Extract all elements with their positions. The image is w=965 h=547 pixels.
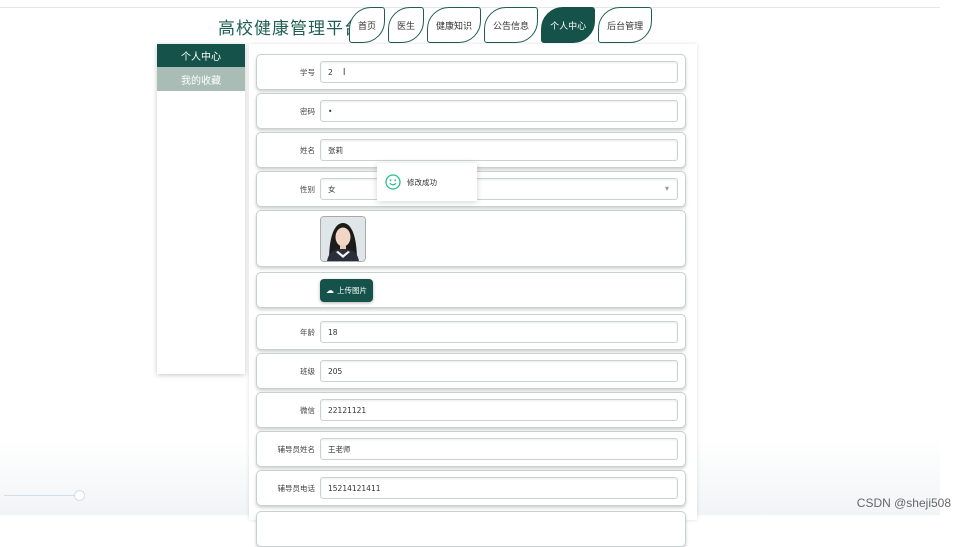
nav-tab-announcements[interactable]: 公告信息 xyxy=(484,7,539,43)
class-input[interactable]: 205 xyxy=(320,360,678,382)
cloud-upload-icon: ☁ xyxy=(326,286,334,295)
form-row-password: 密码 • xyxy=(256,93,686,129)
student-id-value: 2 xyxy=(328,67,333,77)
counselor-name-label: 辅导员姓名 xyxy=(277,444,316,454)
profile-form: 学号 2 I 密码 • 姓名 张莉 性别 女 ▾ ☁ 上传图片 年龄 18 班级… xyxy=(249,44,697,547)
age-label: 年龄 xyxy=(300,327,315,337)
text-cursor-icon: I xyxy=(342,66,346,78)
form-row-wechat: 微信 22121121 xyxy=(256,392,686,428)
upload-image-button[interactable]: ☁ 上传图片 xyxy=(320,279,373,302)
counselor-phone-value: 15214121411 xyxy=(328,483,381,493)
form-row-upload: ☁ 上传图片 xyxy=(256,272,686,308)
nav-tab-doctor[interactable]: 医生 xyxy=(388,7,425,43)
progress-track xyxy=(4,495,76,496)
form-row-age: 年龄 18 xyxy=(256,314,686,350)
form-row-student-id: 学号 2 I xyxy=(256,54,686,90)
site-title: 高校健康管理平台 xyxy=(218,19,362,39)
nav-tab-home[interactable]: 首页 xyxy=(349,7,386,43)
nav-tab-personal-center[interactable]: 个人中心 xyxy=(541,7,596,43)
age-value: 18 xyxy=(328,327,338,337)
main-nav: 首页 医生 健康知识 公告信息 个人中心 后台管理 xyxy=(349,7,655,43)
counselor-name-input[interactable]: 王老师 xyxy=(320,438,678,460)
gender-value: 女 xyxy=(328,184,336,194)
nav-tab-health-knowledge[interactable]: 健康知识 xyxy=(427,7,482,43)
sidebar-item-personal-center[interactable]: 个人中心 xyxy=(157,44,245,67)
success-toast: 修改成功 xyxy=(377,163,477,201)
gender-select[interactable]: 女 ▾ xyxy=(320,178,678,200)
toast-message: 修改成功 xyxy=(407,177,437,187)
form-row-next xyxy=(256,511,686,547)
counselor-name-value: 王老师 xyxy=(328,444,351,454)
student-id-label: 学号 xyxy=(300,67,315,77)
progress-knob[interactable] xyxy=(74,490,85,501)
smile-icon xyxy=(385,174,401,190)
counselor-phone-input[interactable]: 15214121411 xyxy=(320,477,678,499)
form-row-counselor-phone: 辅导员电话 15214121411 xyxy=(256,470,686,506)
nav-tab-admin[interactable]: 后台管理 xyxy=(598,7,653,43)
upload-button-label: 上传图片 xyxy=(337,286,367,295)
wechat-value: 22121121 xyxy=(328,405,367,415)
sidebar: 个人中心 我的收藏 xyxy=(157,44,245,374)
age-input[interactable]: 18 xyxy=(320,321,678,343)
counselor-phone-label: 辅导员电话 xyxy=(277,483,316,493)
password-value: • xyxy=(328,106,333,116)
wechat-input[interactable]: 22121121 xyxy=(320,399,678,421)
avatar-image xyxy=(320,216,366,262)
class-value: 205 xyxy=(328,366,343,376)
password-input[interactable]: • xyxy=(320,100,678,122)
watermark: CSDN @sheji508 xyxy=(856,496,951,510)
chevron-down-icon: ▾ xyxy=(664,184,669,193)
form-row-avatar xyxy=(256,210,686,267)
avatar-portrait-icon xyxy=(321,217,365,261)
sidebar-item-favorites[interactable]: 我的收藏 xyxy=(157,67,245,91)
name-input[interactable]: 张莉 xyxy=(320,139,678,161)
student-id-input[interactable]: 2 I xyxy=(320,61,678,83)
class-label: 班级 xyxy=(300,366,315,376)
form-row-counselor-name: 辅导员姓名 王老师 xyxy=(256,431,686,467)
password-label: 密码 xyxy=(300,106,315,116)
wechat-label: 微信 xyxy=(300,405,315,415)
form-row-class: 班级 205 xyxy=(256,353,686,389)
gender-label: 性别 xyxy=(300,184,315,194)
name-value: 张莉 xyxy=(328,145,343,155)
name-label: 姓名 xyxy=(300,145,315,155)
